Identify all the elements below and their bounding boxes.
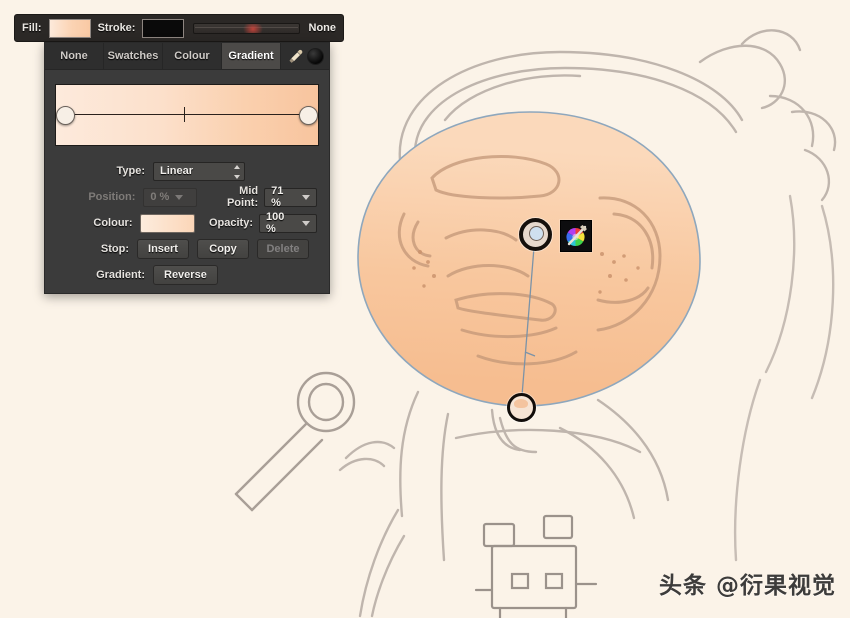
gradient-preview-axis [65, 114, 309, 115]
stroke-swatch[interactable] [142, 18, 185, 38]
gradient-midpoint-marker[interactable] [184, 107, 186, 122]
stroke-label: Stroke: [97, 22, 136, 34]
stroke-width-value: None [308, 22, 337, 34]
gradient-panel: None Swatches Colour Gradient Type: Line… [44, 42, 330, 294]
app-window: 头条 @衍果视觉 Fill: Stroke: None None Swatche… [0, 0, 850, 618]
fill-stroke-toolbar[interactable]: Fill: Stroke: None [14, 14, 344, 42]
panel-tools [281, 43, 329, 69]
gradient-preview-strip[interactable] [55, 84, 319, 146]
stop-colour-swatch[interactable] [140, 213, 195, 233]
midpoint-value: 71 % [271, 185, 284, 209]
gradient-fields: Type: Linear Position: 0 % Mid Point: 71… [45, 146, 329, 288]
gradient-preview[interactable] [55, 84, 319, 146]
row-gradient-reverse: Gradient: Reverse [45, 262, 329, 288]
type-select-stepper[interactable] [234, 164, 241, 179]
stop-delete-button[interactable]: Delete [257, 239, 309, 259]
fill-swatch[interactable] [48, 18, 91, 38]
row-colour-opacity: Colour: Opacity: 100 % [45, 210, 329, 236]
opacity-value: 100 % [266, 211, 285, 235]
stroke-width-slider[interactable] [193, 22, 300, 34]
panel-tab-bar[interactable]: None Swatches Colour Gradient [45, 43, 329, 70]
midpoint-chevron-down-icon[interactable] [302, 194, 311, 200]
current-colour-dot[interactable] [306, 47, 324, 65]
row-position-midpoint: Position: 0 % Mid Point: 71 % [45, 184, 329, 210]
gradient-label: Gradient: [96, 269, 145, 281]
opacity-label: Opacity: [208, 217, 253, 229]
gradient-reverse-button[interactable]: Reverse [153, 265, 218, 285]
position-value: 0 % [150, 191, 170, 203]
midpoint-input[interactable]: 71 % [264, 185, 318, 209]
opacity-input[interactable]: 100 % [259, 211, 317, 235]
opacity-group: Opacity: 100 % [208, 211, 317, 235]
gradient-end-handle-core [514, 399, 528, 408]
tab-colour[interactable]: Colour [163, 43, 222, 69]
position-input[interactable]: 0 % [143, 187, 198, 207]
watermark: 头条 @衍果视觉 [658, 573, 836, 599]
type-select-value: Linear [160, 165, 194, 177]
colour-wheel-button[interactable] [560, 220, 592, 252]
row-type: Type: Linear [45, 158, 329, 184]
type-select[interactable]: Linear [153, 161, 245, 181]
gradient-end-handle[interactable] [507, 393, 536, 422]
chevron-down-icon [234, 174, 240, 179]
stop-label: Stop: [100, 243, 129, 255]
stroke-width-slider-thumb[interactable] [243, 23, 264, 33]
stop-copy-button[interactable]: Copy [197, 239, 249, 259]
eyedropper-icon[interactable] [287, 48, 304, 65]
colour-wheel-icon [566, 225, 587, 246]
tab-none[interactable]: None [45, 43, 104, 69]
midpoint-label: Mid Point: [226, 185, 259, 209]
midpoint-group: Mid Point: 71 % [211, 185, 318, 209]
colour-label: Colour: [93, 217, 133, 229]
gradient-stop-end[interactable] [299, 106, 318, 125]
gradient-start-handle-core [529, 226, 544, 241]
type-label: Type: [116, 165, 145, 177]
position-label: Position: [88, 191, 136, 203]
position-chevron-down-icon[interactable] [175, 194, 184, 200]
gradient-start-handle[interactable] [519, 218, 552, 251]
opacity-chevron-down-icon[interactable] [302, 220, 310, 226]
fill-label: Fill: [22, 22, 42, 34]
stop-insert-button[interactable]: Insert [137, 239, 189, 259]
tab-swatches[interactable]: Swatches [104, 43, 163, 69]
gradient-stop-start[interactable] [56, 106, 75, 125]
chevron-up-icon [234, 164, 240, 169]
tab-gradient[interactable]: Gradient [222, 43, 281, 69]
row-stop-buttons: Stop: Insert Copy Delete [45, 236, 329, 262]
